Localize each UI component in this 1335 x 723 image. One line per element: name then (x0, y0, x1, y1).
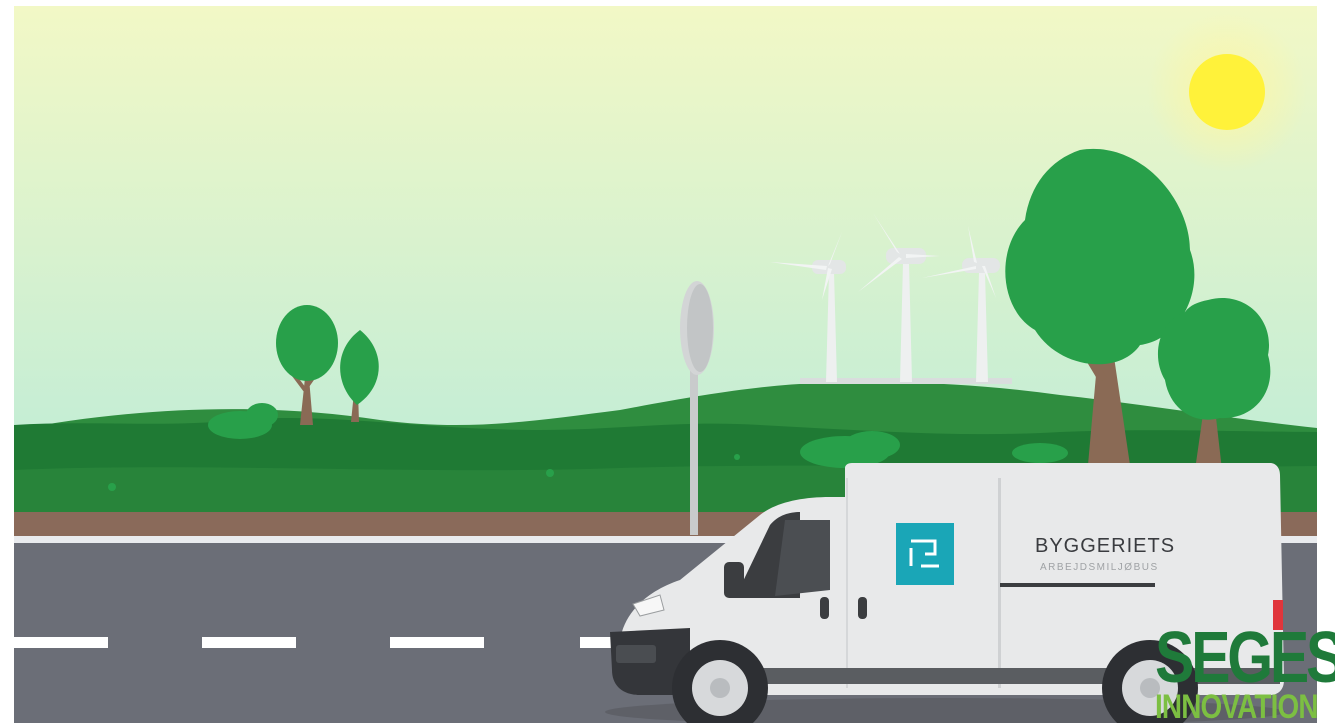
video-frame: BYGGERIETS ARBEJDSMILJØBUS SEGES INNOVAT… (0, 0, 1335, 723)
watermark-logo-innovation: INNOVATION (1155, 688, 1319, 723)
watermark-logo-seges: SEGES (1155, 618, 1335, 698)
sun-icon (1147, 12, 1307, 172)
scene-illustration: BYGGERIETS ARBEJDSMILJØBUS (0, 0, 1335, 723)
van-brand-name: BYGGERIETS (1035, 535, 1175, 557)
van-logo-icon (896, 523, 954, 585)
van-brand-tagline: ARBEJDSMILJØBUS (1040, 562, 1159, 573)
